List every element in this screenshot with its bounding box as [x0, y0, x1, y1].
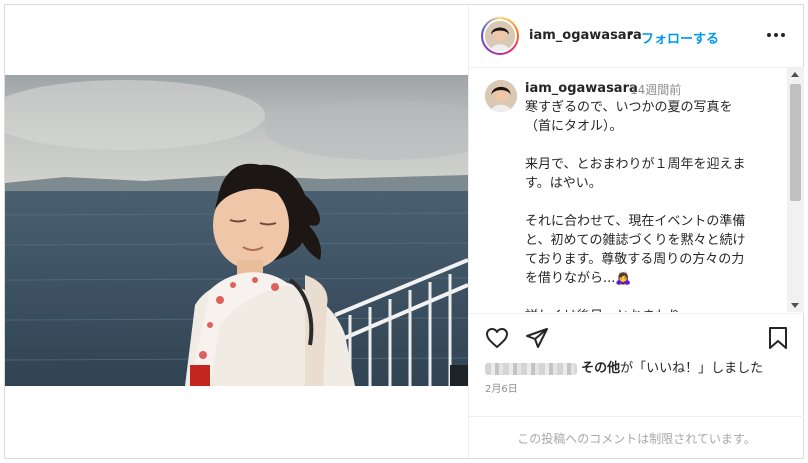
post-header: iam_ogawasara • フォローする — [469, 5, 804, 68]
scrollbar-thumb[interactable] — [790, 84, 801, 201]
heart-icon[interactable] — [485, 326, 509, 354]
more-options-icon[interactable] — [765, 27, 787, 43]
caption-scrollbar[interactable] — [787, 68, 804, 312]
caption-timestamp[interactable]: 14週間前 — [630, 81, 681, 98]
scroll-down-arrow-icon[interactable] — [791, 303, 799, 308]
liker-username-redacted[interactable] — [485, 362, 577, 375]
comment-restricted-footer: この投稿へのコメントは制限されています。 — [469, 416, 804, 459]
author-username-link[interactable]: iam_ogawasara — [529, 28, 642, 43]
paper-plane-icon[interactable] — [525, 326, 549, 354]
post-sidebar: iam_ogawasara • フォローする iam_ogawasara 14週… — [468, 5, 804, 458]
author-avatar-story-ring[interactable] — [481, 17, 519, 55]
caption-username-link[interactable]: iam_ogawasara — [525, 81, 638, 96]
header-separator: • — [627, 27, 635, 42]
caption-text: 寒すぎるので、いつかの夏の写真を （首にタオル）。 来月で、とおまわりが１周年を… — [525, 100, 746, 312]
others-link[interactable]: その他 — [581, 361, 620, 376]
post-photo[interactable] — [5, 75, 468, 386]
likes-suffix: が「いいね！」しました — [620, 361, 764, 376]
bookmark-icon[interactable] — [767, 326, 789, 354]
scroll-up-arrow-icon[interactable] — [791, 72, 799, 77]
photo-woman-on-ferry — [5, 75, 468, 386]
post-media — [5, 5, 468, 458]
caption-avatar[interactable] — [485, 80, 517, 112]
action-bar — [469, 313, 804, 354]
follow-button[interactable]: フォローする — [641, 28, 719, 47]
avatar — [485, 21, 515, 51]
post-date[interactable]: 2月6日 — [485, 380, 518, 395]
likes-summary: その他が「いいね！」しました — [485, 357, 764, 376]
comments-restricted-text: この投稿へのコメントは制限されています。 — [517, 432, 756, 446]
caption-area[interactable]: iam_ogawasara 14週間前 寒すぎるので、いつかの夏の写真を （首に… — [469, 68, 804, 312]
instagram-post-embed: iam_ogawasara • フォローする iam_ogawasara 14週… — [4, 4, 804, 459]
